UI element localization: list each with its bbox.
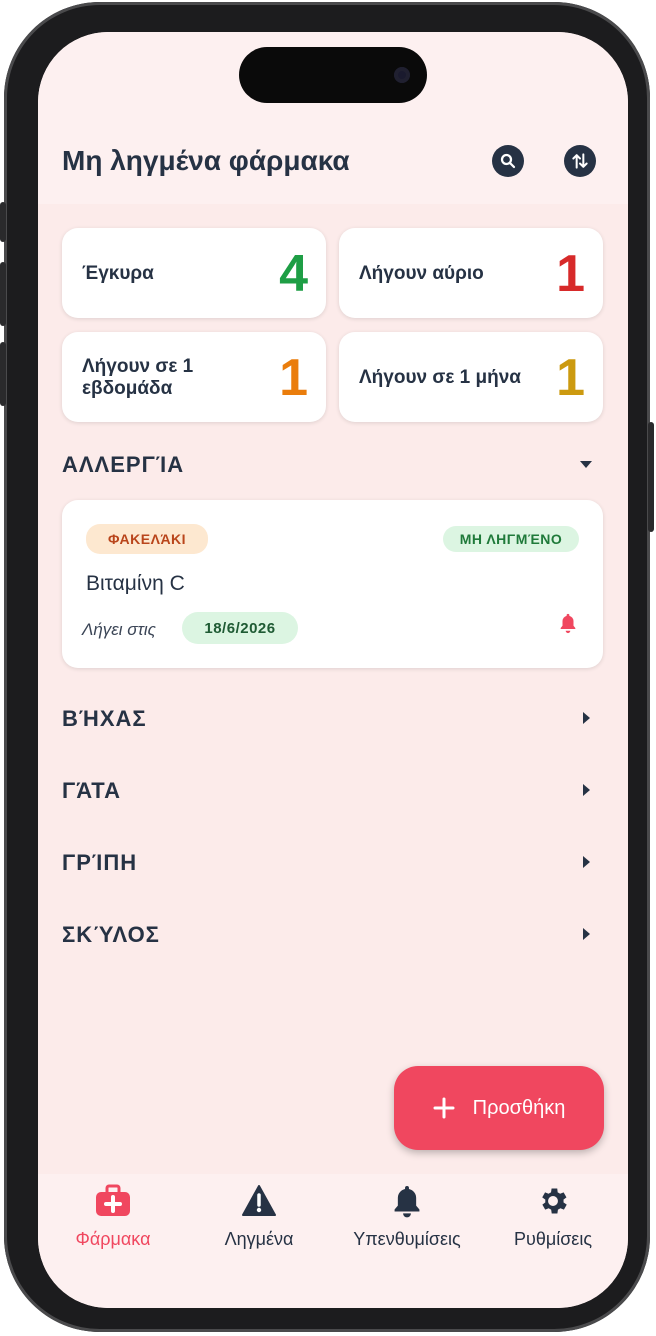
group-title: ΓΡΊΠΗ (62, 850, 138, 875)
tab-expired[interactable]: Ληγμένα (184, 1184, 334, 1250)
stat-value: 4 (279, 245, 308, 303)
group-title: ΓΆΤΑ (62, 778, 121, 803)
tab-medicines[interactable]: Φάρμακα (38, 1184, 188, 1250)
bottom-tab-bar: Φάρμακα Ληγμένα Υπενθυμίσεις Ρυθμίσεις (38, 1174, 628, 1308)
tab-label: Φάρμακα (75, 1229, 151, 1249)
group-header-flu[interactable]: ΓΡΊΠΗ (38, 842, 628, 882)
search-icon (500, 153, 516, 169)
sort-button[interactable] (564, 145, 596, 177)
volume-up-button (0, 262, 6, 326)
tab-settings[interactable]: Ρυθμίσεις (478, 1184, 628, 1250)
group-title: ΒΉΧΑΣ (62, 706, 147, 731)
caret-right-icon (583, 928, 590, 940)
mute-switch (0, 202, 6, 242)
tab-label: Υπενθυμίσεις (353, 1229, 461, 1249)
bell-icon (394, 1185, 420, 1218)
bell-alert-icon[interactable] (557, 612, 579, 634)
warning-icon (242, 1185, 276, 1216)
stat-label: Λήγουν σε 1 εβδομάδα (82, 356, 194, 399)
caret-right-icon (583, 856, 590, 868)
stat-card-expire-tomorrow[interactable]: Λήγουν αύριο 1 (339, 228, 603, 318)
plus-icon (433, 1097, 455, 1119)
tab-label: Ρυθμίσεις (513, 1229, 593, 1249)
stat-label: Έγκυρα (82, 263, 154, 284)
search-button[interactable] (492, 145, 524, 177)
phone-frame: Μη ληγμένα φάρμακα Έγκυρα 4 Λήγουν αύριο… (0, 2, 654, 1332)
expiry-date-chip: 18/6/2026 (182, 612, 298, 644)
main-content: Έγκυρα 4 Λήγουν αύριο 1 Λήγουν σε 1 εβδο… (38, 204, 628, 1174)
tab-reminders[interactable]: Υπενθυμίσεις (332, 1184, 482, 1250)
group-header-cough[interactable]: ΒΉΧΑΣ (38, 698, 628, 738)
stat-card-expire-week[interactable]: Λήγουν σε 1 εβδομάδα 1 (62, 332, 326, 422)
add-medicine-button[interactable]: Προσθήκη (394, 1066, 604, 1150)
medicine-name: Βιταμίνη C (86, 572, 185, 595)
expires-label: Λήγει στις (82, 620, 156, 639)
group-header-dog[interactable]: ΣΚΎΛΟΣ (38, 914, 628, 954)
stat-label: Λήγουν αύριο (359, 263, 484, 284)
stat-card-expire-month[interactable]: Λήγουν σε 1 μήνα 1 (339, 332, 603, 422)
stat-card-valid[interactable]: Έγκυρα 4 (62, 228, 326, 318)
page-title: Μη ληγμένα φάρμακα (62, 145, 350, 176)
caret-right-icon (583, 784, 590, 796)
status-badge: ΜΗ ΛΗΓΜΈΝΟ (443, 526, 579, 552)
caret-down-icon (580, 461, 592, 468)
add-button-label: Προσθήκη (472, 1096, 566, 1119)
medical-kit-icon (96, 1184, 130, 1216)
group-header-allergy[interactable]: ΑΛΛΕΡΓΊΑ (38, 444, 628, 484)
tab-label: Ληγμένα (224, 1229, 294, 1249)
stat-value: 1 (556, 349, 585, 407)
caret-right-icon (583, 712, 590, 724)
screen: Μη ληγμένα φάρμακα Έγκυρα 4 Λήγουν αύριο… (38, 32, 628, 1308)
camera-icon (394, 67, 410, 83)
dynamic-island (239, 47, 427, 103)
stat-value: 1 (556, 245, 585, 303)
group-header-cat[interactable]: ΓΆΤΑ (38, 770, 628, 810)
type-badge: ΦΑΚΕΛΆΚΙ (86, 524, 208, 554)
sort-arrows-icon (572, 153, 588, 169)
medicine-card[interactable]: ΦΑΚΕΛΆΚΙ ΜΗ ΛΗΓΜΈΝΟ Βιταμίνη C Λήγει στι… (62, 500, 603, 668)
power-button (648, 422, 654, 532)
group-title: ΑΛΛΕΡΓΊΑ (62, 452, 185, 477)
group-title: ΣΚΎΛΟΣ (62, 922, 160, 947)
stat-label: Λήγουν σε 1 μήνα (359, 367, 521, 388)
gear-icon (542, 1188, 567, 1214)
volume-down-button (0, 342, 6, 406)
stat-value: 1 (279, 349, 308, 407)
